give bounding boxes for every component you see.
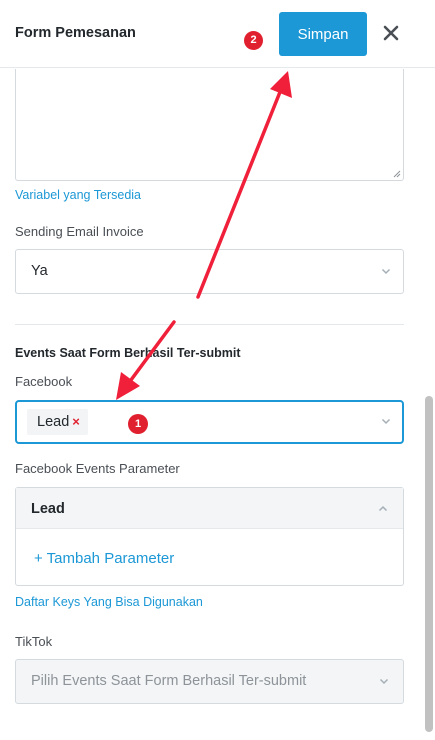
facebook-label: Facebook <box>15 374 73 389</box>
email-body-textarea[interactable] <box>15 69 404 181</box>
save-button[interactable]: Simpan <box>279 12 367 56</box>
scrollbar-thumb[interactable] <box>425 396 433 732</box>
chevron-down-icon <box>381 268 391 275</box>
modal-header: Form Pemesanan 2 Simpan <box>0 0 435 68</box>
email-invoice-label: Sending Email Invoice <box>15 224 144 239</box>
lead-tag: Lead × <box>27 409 88 435</box>
tiktok-placeholder: Pilih Events Saat Form Berhasil Ter-subm… <box>31 673 307 689</box>
tiktok-events-select[interactable]: Pilih Events Saat Form Berhasil Ter-subm… <box>15 659 404 704</box>
modal-body: Variabel yang Tersedia Sending Email Inv… <box>0 69 422 740</box>
step-badge-1: 1 <box>128 414 148 434</box>
events-section-title: Events Saat Form Berhasil Ter-submit <box>15 346 241 360</box>
step-badge-2: 2 <box>244 31 263 50</box>
tiktok-label: TikTok <box>15 634 53 649</box>
email-invoice-select[interactable]: Ya <box>15 249 404 294</box>
email-invoice-value: Ya <box>31 263 48 279</box>
chevron-down-icon <box>379 678 389 685</box>
chevron-up-icon <box>378 505 388 512</box>
fb-params-label: Facebook Events Parameter <box>15 461 180 476</box>
chevron-down-icon <box>381 418 391 425</box>
resize-grip-icon[interactable] <box>392 169 401 178</box>
fb-params-panel: Lead + Tambah Parameter <box>15 487 404 586</box>
lead-tag-label: Lead <box>37 414 70 430</box>
close-icon[interactable] <box>380 22 402 44</box>
variables-link[interactable]: Variabel yang Tersedia <box>15 188 141 202</box>
param-group-header[interactable]: Lead <box>16 488 403 529</box>
divider <box>15 324 404 325</box>
keys-list-link[interactable]: Daftar Keys Yang Bisa Digunakan <box>15 595 203 609</box>
param-group-title: Lead <box>31 501 65 517</box>
modal-title: Form Pemesanan <box>15 25 136 41</box>
remove-tag-icon[interactable]: × <box>72 414 80 429</box>
add-parameter-link[interactable]: + Tambah Parameter <box>34 550 174 567</box>
facebook-events-select[interactable]: Lead × <box>15 400 404 444</box>
